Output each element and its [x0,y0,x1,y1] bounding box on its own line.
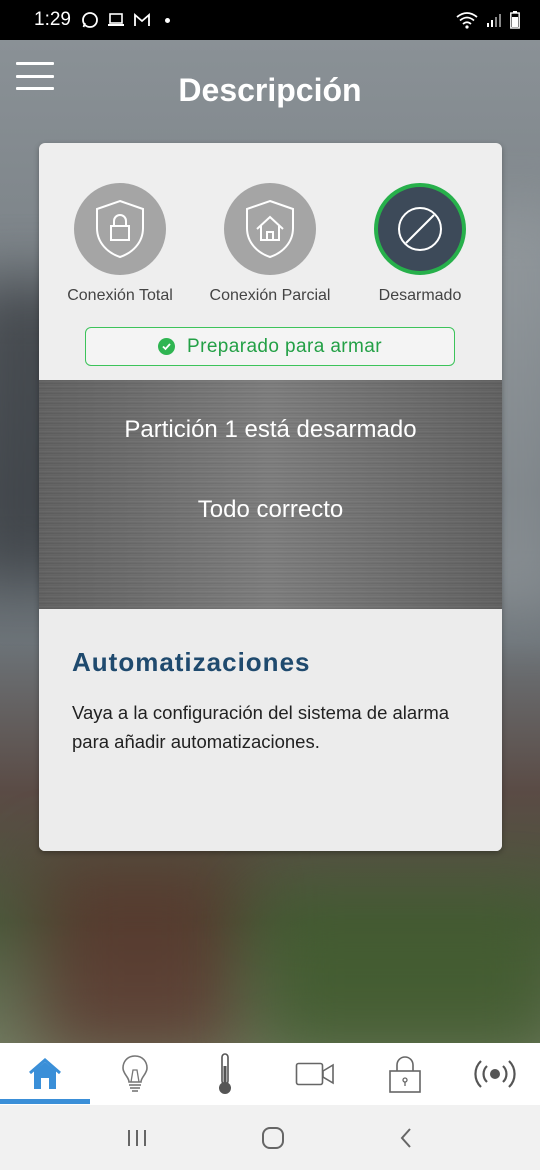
mode-partial-button[interactable]: Conexión Parcial [200,183,340,305]
tab-sensors[interactable] [450,1043,540,1105]
mode-disarmed-circle [374,183,466,275]
gmail-icon [134,13,150,26]
mode-partial-label: Conexión Parcial [209,287,331,304]
disarmed-icon [398,207,442,251]
recent-apps-icon[interactable] [126,1128,148,1148]
page-title: Descripción [178,72,362,108]
partition-status-panel: Partición 1 está desarmado Todo correcto [39,380,502,609]
mode-partial-circle [224,183,316,275]
automations-section: Automatizaciones Vaya a la configuración… [39,609,502,851]
check-circle-icon [158,338,176,355]
mode-total-label: Conexión Total [67,287,173,304]
shield-home-icon [246,199,294,259]
laptop-icon [107,13,124,26]
lightbulb-icon [122,1055,148,1092]
arm-mode-selector: Conexión Total Conexión Parcial Desarmad… [39,183,502,313]
home-circle-icon[interactable] [261,1126,285,1150]
whatsapp-icon [82,12,98,28]
broadcast-icon [474,1060,516,1088]
tab-locks[interactable] [360,1043,450,1105]
battery-icon [510,11,520,29]
mode-total-button[interactable]: Conexión Total [50,183,190,305]
video-camera-icon [295,1062,334,1086]
mode-disarmed-label: Desarmado [378,287,462,304]
ready-status-label: Preparado para armar [187,335,382,357]
partition-status-text: Partición 1 está desarmado [124,416,417,443]
tab-home[interactable] [0,1043,90,1105]
tab-video[interactable] [270,1043,360,1105]
ready-status-badge: Preparado para armar [85,327,455,366]
automations-description: Vaya a la configuración del sistema de a… [72,702,450,752]
shield-lock-icon [96,199,144,259]
signal-icon [487,14,501,27]
mode-total-circle [74,183,166,275]
wifi-icon [456,12,478,29]
alarm-card: Conexión Total Conexión Parcial Desarmad… [39,143,502,851]
padlock-icon [389,1056,421,1093]
home-icon [29,1058,61,1089]
partition-detail-text: Todo correcto [197,496,344,523]
tab-lights[interactable] [90,1043,180,1105]
status-bar: 1:29 [0,0,540,40]
back-icon[interactable] [398,1126,414,1150]
system-navigation-bar [0,1105,540,1170]
tab-climate[interactable] [180,1043,270,1105]
automations-title: Automatizaciones [72,647,311,677]
bottom-tab-bar [0,1043,540,1105]
thermometer-icon [219,1053,231,1094]
status-time: 1:29 [34,9,71,30]
mode-disarmed-button[interactable]: Desarmado [350,183,490,305]
